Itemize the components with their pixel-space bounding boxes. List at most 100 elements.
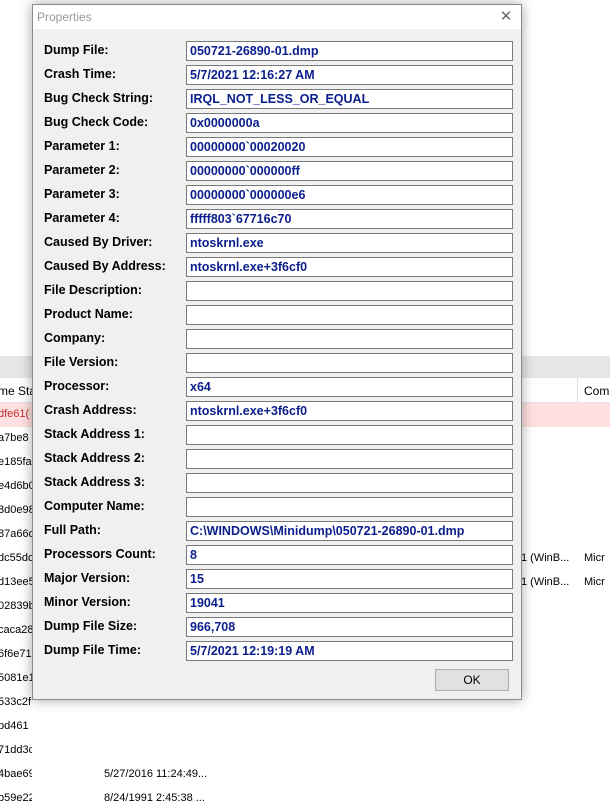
background-cell-name: e185fa — [0, 456, 32, 468]
property-row: Full Path: C:\WINDOWS\Minidump\050721-268… — [44, 521, 514, 541]
property-label: Crash Time: — [44, 67, 117, 81]
background-list-row[interactable]: b59e22 8/24/1991 2:45:38 ... — [0, 787, 610, 811]
background-cell-name: dfe61( — [0, 408, 30, 420]
background-cell-name: 71dd3c — [0, 744, 32, 756]
background-cell-name: d13ee5 — [0, 576, 32, 588]
property-row: File Description: — [44, 281, 514, 301]
close-icon[interactable]: ✕ — [491, 5, 521, 29]
property-row: Crash Address: ntoskrnl.exe+3f6cf0 — [44, 401, 514, 421]
property-row: Crash Time: 5/7/2021 12:16:27 AM — [44, 65, 514, 85]
property-value-field[interactable]: x64 — [186, 377, 513, 397]
property-label: Dump File Time: — [44, 643, 142, 657]
property-label: Stack Address 3: — [44, 475, 145, 489]
property-label: Caused By Driver: — [44, 235, 153, 249]
property-value-field[interactable]: ntoskrnl.exe+3f6cf0 — [186, 401, 513, 421]
property-label: Caused By Address: — [44, 259, 166, 273]
background-cell-date: 8/24/1991 2:45:38 ... — [104, 792, 205, 804]
property-row: Computer Name: — [44, 497, 514, 517]
background-cell-name: 02839b — [0, 600, 32, 612]
property-row: File Version: — [44, 353, 514, 373]
property-value-field[interactable]: 00000000`000000e6 — [186, 185, 513, 205]
background-cell-name: bd461 — [0, 720, 29, 732]
property-label: Stack Address 2: — [44, 451, 145, 465]
property-row: Major Version: 15 — [44, 569, 514, 589]
column-header-company[interactable]: Com — [584, 384, 609, 398]
property-row: Product Name: — [44, 305, 514, 325]
property-row: Processor: x64 — [44, 377, 514, 397]
background-cell-ver: 1 (WinB... — [521, 552, 570, 564]
property-value-field[interactable]: 5/7/2021 12:16:27 AM — [186, 65, 513, 85]
property-label: Bug Check String: — [44, 91, 154, 105]
property-value-field[interactable]: 8 — [186, 545, 513, 565]
property-label: Processor: — [44, 379, 110, 393]
background-cell-name: 5081e1 — [0, 672, 32, 684]
property-row: Parameter 3: 00000000`000000e6 — [44, 185, 514, 205]
property-row: Company: — [44, 329, 514, 349]
dialog-titlebar[interactable]: Properties ✕ — [33, 5, 521, 29]
column-separator[interactable] — [577, 378, 578, 402]
property-label: Dump File: — [44, 43, 109, 57]
property-row: Bug Check Code: 0x0000000a — [44, 113, 514, 133]
property-label: Computer Name: — [44, 499, 145, 513]
background-cell-name: dc55dc — [0, 552, 32, 564]
background-cell-com: Micr — [584, 552, 605, 564]
property-row: Parameter 2: 00000000`000000ff — [44, 161, 514, 181]
background-list-row[interactable]: bd461 — [0, 715, 610, 739]
dialog-title: Properties — [37, 10, 92, 24]
property-value-field[interactable]: ntoskrnl.exe — [186, 233, 513, 253]
background-cell-name: a7be8 — [0, 432, 29, 444]
property-row: Processors Count: 8 — [44, 545, 514, 565]
property-row: Dump File: 050721-26890-01.dmp — [44, 41, 514, 61]
property-value-field[interactable]: fffff803`67716c70 — [186, 209, 513, 229]
property-label: Processors Count: — [44, 547, 156, 561]
property-label: Parameter 1: — [44, 139, 120, 153]
property-row: Minor Version: 19041 — [44, 593, 514, 613]
background-cell-name: 8d0e98 — [0, 504, 32, 516]
background-cell-com: Micr — [584, 576, 605, 588]
property-value-field[interactable]: 966,708 — [186, 617, 513, 637]
property-value-field[interactable]: ntoskrnl.exe+3f6cf0 — [186, 257, 513, 277]
property-value-field[interactable]: 15 — [186, 569, 513, 589]
property-value-field[interactable]: IRQL_NOT_LESS_OR_EQUAL — [186, 89, 513, 109]
property-row: Parameter 1: 00000000`00020020 — [44, 137, 514, 157]
background-list-row[interactable]: 4bae69 5/27/2016 11:24:49... — [0, 763, 610, 787]
property-label: Parameter 4: — [44, 211, 120, 225]
property-value-field[interactable] — [186, 305, 513, 325]
property-label: Crash Address: — [44, 403, 137, 417]
background-cell-name: 6f6e71 — [0, 648, 32, 660]
property-value-field[interactable] — [186, 329, 513, 349]
property-value-field[interactable] — [186, 425, 513, 445]
property-value-field[interactable] — [186, 281, 513, 301]
property-label: Parameter 2: — [44, 163, 120, 177]
property-row: Dump File Size: 966,708 — [44, 617, 514, 637]
ok-button[interactable]: OK — [435, 669, 509, 691]
background-cell-ver: 1 (WinB... — [521, 576, 570, 588]
property-value-field[interactable] — [186, 353, 513, 373]
property-value-field[interactable]: 19041 — [186, 593, 513, 613]
property-label: Stack Address 1: — [44, 427, 145, 441]
property-row: Caused By Address: ntoskrnl.exe+3f6cf0 — [44, 257, 514, 277]
property-value-field[interactable]: 0x0000000a — [186, 113, 513, 133]
property-label: Minor Version: — [44, 595, 131, 609]
property-label: File Version: — [44, 355, 119, 369]
property-row: Stack Address 1: — [44, 425, 514, 445]
property-label: File Description: — [44, 283, 142, 297]
property-value-field[interactable]: C:\WINDOWS\Minidump\050721-26890-01.dmp — [186, 521, 513, 541]
background-cell-name: 4bae69 — [0, 768, 32, 780]
property-label: Bug Check Code: — [44, 115, 149, 129]
property-row: Bug Check String: IRQL_NOT_LESS_OR_EQUAL — [44, 89, 514, 109]
property-label: Company: — [44, 331, 106, 345]
property-label: Parameter 3: — [44, 187, 120, 201]
background-list-row[interactable]: 71dd3c — [0, 739, 610, 763]
background-cell-name: 87a66d — [0, 528, 32, 540]
property-value-field[interactable] — [186, 497, 513, 517]
property-value-field[interactable] — [186, 449, 513, 469]
property-value-field[interactable]: 050721-26890-01.dmp — [186, 41, 513, 61]
property-value-field[interactable]: 5/7/2021 12:19:19 AM — [186, 641, 513, 661]
property-value-field[interactable]: 00000000`00020020 — [186, 137, 513, 157]
property-label: Major Version: — [44, 571, 131, 585]
property-row: Caused By Driver: ntoskrnl.exe — [44, 233, 514, 253]
property-label: Dump File Size: — [44, 619, 138, 633]
property-value-field[interactable]: 00000000`000000ff — [186, 161, 513, 181]
property-value-field[interactable] — [186, 473, 513, 493]
